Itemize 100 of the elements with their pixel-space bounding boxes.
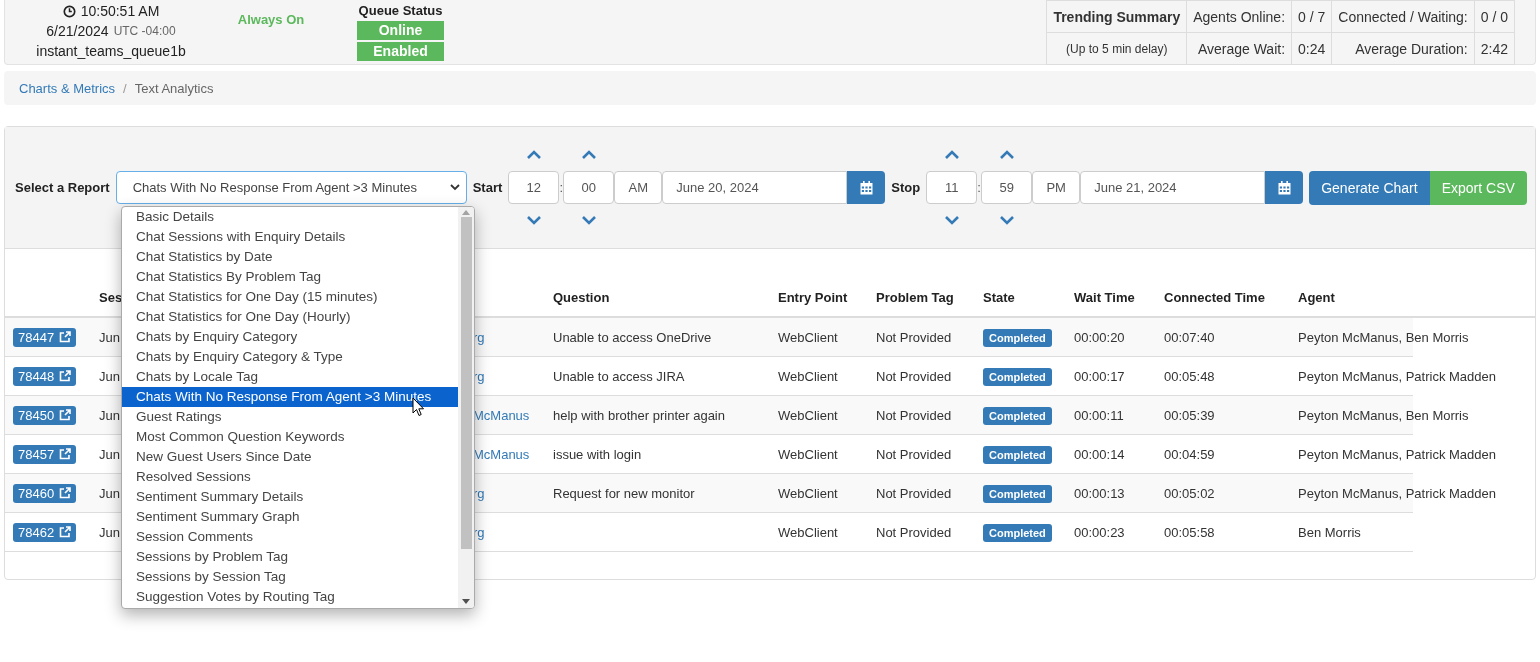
external-link-icon (59, 448, 72, 460)
breadcrumb-separator: / (123, 80, 127, 96)
clock-icon (62, 5, 76, 18)
state-label: Completed (983, 484, 1052, 503)
calendar-icon (859, 180, 873, 195)
scrollbar-thumb[interactable] (460, 217, 472, 549)
report-option[interactable]: Chats by Enquiry Category & Type (122, 347, 458, 367)
queue-mode: Always On (236, 12, 306, 27)
wait-time-cell: 00:00:17 (1074, 368, 1125, 384)
hour-field[interactable]: 12 (508, 171, 560, 204)
connected-time-cell: 00:05:02 (1164, 485, 1215, 501)
date-cell: Jun (99, 524, 120, 540)
breadcrumb-item[interactable]: Charts & Metrics (19, 80, 116, 96)
connected-time-cell: 00:04:59 (1164, 446, 1215, 462)
calendar-button[interactable] (1265, 171, 1304, 204)
wait-time-cell: 00:00:11 (1074, 407, 1124, 423)
report-option[interactable]: Guest Ratings (122, 407, 458, 427)
report-option[interactable]: Sessions by Problem Tag (122, 547, 458, 567)
wait-time-cell: 00:00:14 (1074, 446, 1125, 462)
minute-field[interactable]: 00 (563, 171, 615, 204)
connected-time-cell: 00:05:58 (1164, 524, 1215, 540)
report-option[interactable]: Basic Details (122, 207, 458, 227)
hour-field[interactable]: 11 (926, 171, 978, 204)
report-option[interactable]: Chats With No Response From Agent >3 Minutes (122, 387, 458, 407)
ampm-toggle[interactable]: PM (1032, 171, 1081, 204)
minute-field[interactable]: 59 (981, 171, 1033, 204)
report-option[interactable]: Session Comments (122, 527, 458, 547)
column-header: State (983, 289, 1015, 305)
column-header: Problem Tag (876, 289, 954, 305)
ampm-toggle[interactable]: AM (614, 171, 663, 204)
date-cell: Jun (99, 407, 120, 423)
entry-point-cell: WebClient (778, 524, 838, 540)
report-option[interactable]: Sentiment Summary Graph (122, 507, 458, 527)
trending-title: Trending Summary (1046, 0, 1187, 33)
time-separator: : (559, 180, 564, 195)
session-link-button[interactable]: 78457 (13, 444, 77, 464)
stat-value: 0:24 (1291, 32, 1332, 65)
report-option[interactable]: Chat Statistics By Problem Tag (122, 267, 458, 287)
question-cell: Request for new monitor (553, 485, 695, 501)
column-header: Entry Point (778, 289, 848, 305)
stat-value: 0 / 7 (1291, 0, 1332, 33)
column-header: Ses (99, 289, 123, 305)
calendar-button[interactable] (847, 171, 886, 204)
state-label: Completed (983, 367, 1052, 386)
connected-time-cell: 00:05:48 (1164, 368, 1215, 384)
report-option[interactable]: Chat Statistics by Date (122, 247, 458, 267)
agent-cell: Peyton McManus, Patrick Madden (1298, 485, 1496, 501)
session-link-button[interactable]: 78447 (13, 327, 77, 347)
column-header: Wait Time (1074, 289, 1135, 305)
session-link-button[interactable]: 78448 (13, 366, 77, 386)
report-option[interactable]: Chat Statistics for One Day (Hourly) (122, 307, 458, 327)
date-field[interactable]: June 21, 2024 (1080, 171, 1266, 204)
date-field[interactable]: June 20, 2024 (662, 171, 848, 204)
clock-time: 10:50:51 AM (80, 2, 160, 21)
problem-tag-cell: Not Provided (876, 524, 952, 540)
status-badge: Online (357, 21, 444, 40)
hour-up-icon[interactable] (944, 150, 959, 159)
external-link-icon (59, 331, 72, 343)
report-option[interactable]: Sessions by Session Tag (122, 567, 458, 587)
external-link-icon (59, 526, 72, 538)
state-label: Completed (983, 328, 1052, 347)
minute-down-icon[interactable] (999, 216, 1014, 225)
agent-cell: Peyton McManus, Patrick Madden (1298, 368, 1496, 384)
report-option[interactable]: Chats by Locale Tag (122, 367, 458, 387)
hour-down-icon[interactable] (526, 216, 541, 225)
hour-up-icon[interactable] (526, 150, 541, 159)
time-separator: : (977, 180, 982, 195)
minute-up-icon[interactable] (581, 150, 596, 159)
report-option[interactable]: Sentiment Summary Details (122, 487, 458, 507)
status-badge: Enabled (357, 42, 444, 61)
report-option[interactable]: Chats by Enquiry Category (122, 327, 458, 347)
generate-button[interactable]: Generate Chart (1309, 170, 1430, 205)
date-cell: Jun (99, 446, 120, 462)
session-link-button[interactable]: 78462 (13, 522, 77, 542)
report-option[interactable]: Chat Sessions with Enquiry Details (122, 227, 458, 247)
stat-label: Connected / Waiting: (1331, 0, 1475, 33)
scroll-down-icon[interactable] (462, 599, 470, 604)
minute-down-icon[interactable] (581, 216, 596, 225)
report-option[interactable]: New Guest Users Since Date (122, 447, 458, 467)
agent-cell: Ben Morris (1298, 524, 1361, 540)
report-option[interactable]: Chat Statistics for One Day (15 minutes) (122, 287, 458, 307)
report-option[interactable]: Resolved Sessions (122, 467, 458, 487)
minute-up-icon[interactable] (999, 150, 1014, 159)
state-label: Completed (983, 406, 1052, 425)
stat-value: 0 / 0 (1474, 0, 1515, 33)
scroll-up-icon[interactable] (462, 210, 470, 215)
question-cell: Unable to access OneDrive (553, 329, 712, 345)
entry-point-cell: WebClient (778, 368, 838, 384)
report-option[interactable]: Suggestion Votes by Routing Tag (122, 587, 458, 607)
session-link-button[interactable]: 78450 (13, 405, 77, 425)
report-option[interactable]: Most Common Question Keywords (122, 427, 458, 447)
report-select[interactable]: Chats With No Response From Agent >3 Minutes (115, 171, 467, 204)
date-cell: Jun (99, 485, 120, 501)
column-header: Agent (1298, 289, 1335, 305)
date-cell: Jun (99, 368, 120, 384)
queue-name: instant_teams_queue1b (36, 42, 186, 61)
date-text: 6/21/2024 (46, 22, 109, 41)
session-link-button[interactable]: 78460 (13, 483, 77, 503)
report-dropdown-menu[interactable] (121, 206, 475, 609)
hour-down-icon[interactable] (944, 216, 959, 225)
